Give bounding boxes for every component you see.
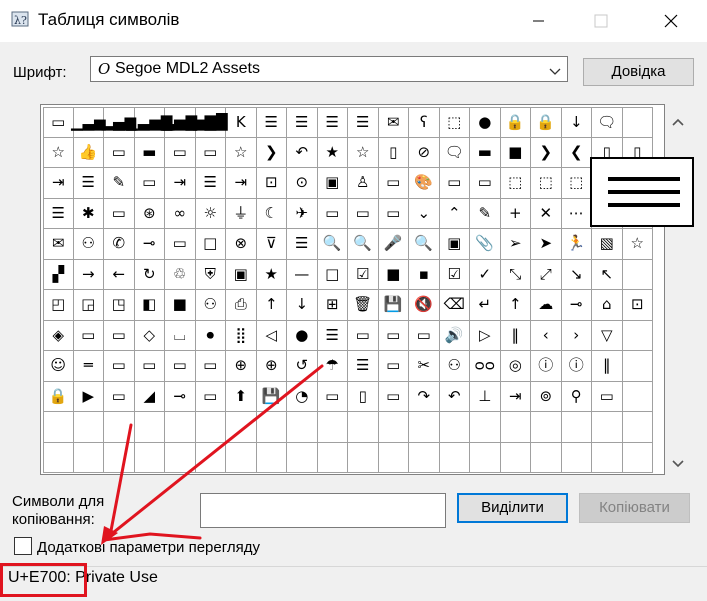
annotation-arrow-lines [102, 364, 324, 542]
annotation-arrowhead [101, 526, 118, 545]
annotation-arrow [101, 364, 324, 545]
